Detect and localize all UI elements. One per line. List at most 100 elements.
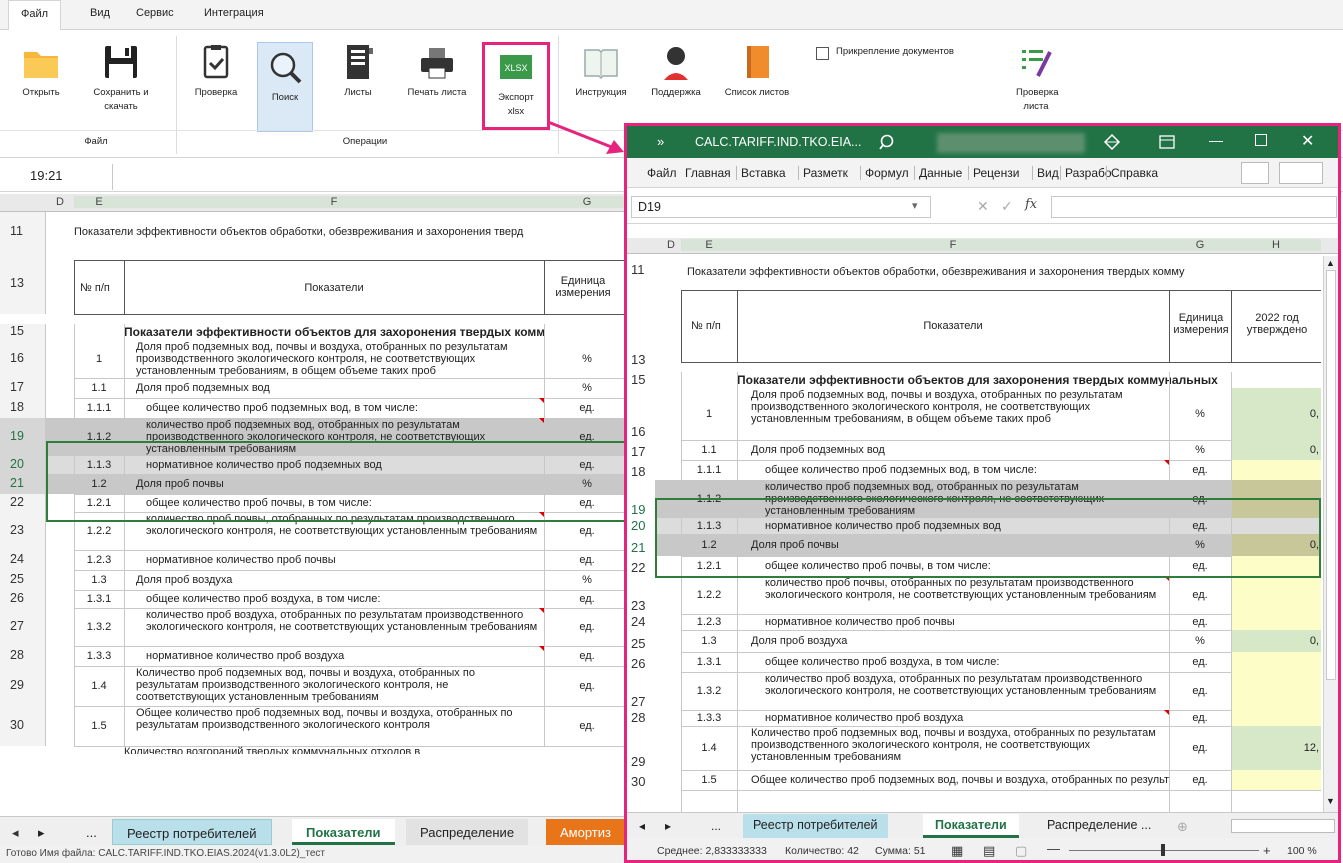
xl-menu-item[interactable]: Главная [685, 166, 731, 180]
horizontal-scrollbar[interactable] [1231, 819, 1335, 833]
row-unit[interactable]: ед. [544, 720, 630, 732]
row-unit[interactable]: ед. [1169, 560, 1231, 572]
row-unit[interactable]: ед. [1169, 685, 1231, 697]
xl-menu-item[interactable]: Данные [919, 166, 962, 180]
minimize-icon[interactable]: — [1209, 132, 1223, 148]
row-unit[interactable]: % [544, 353, 630, 365]
tab-distribution[interactable]: Распределение [406, 819, 529, 845]
row-indicator[interactable]: общее количество проб подземных вод, в т… [146, 402, 544, 414]
row-index[interactable]: 1 [74, 353, 124, 365]
row-unit[interactable]: ед. [1169, 774, 1231, 786]
row-index[interactable]: 1.2.3 [74, 554, 124, 566]
row-index[interactable]: 1.3 [681, 635, 737, 647]
row-unit[interactable]: ед. [544, 431, 630, 443]
xl-menu-item[interactable]: Разрабо [1065, 166, 1112, 180]
name-box[interactable]: D19 ▾ [631, 196, 931, 218]
row-unit[interactable]: % [1169, 635, 1231, 647]
row-indicator[interactable]: нормативное количество проб подземных во… [146, 459, 544, 471]
row-index[interactable]: 1.3.3 [681, 712, 737, 724]
row-index[interactable]: 1.1 [74, 382, 124, 394]
vertical-scrollbar[interactable]: ▲ ▼ [1323, 256, 1338, 812]
row-unit[interactable]: ед. [544, 525, 630, 537]
row-index[interactable]: 1.3.1 [74, 593, 124, 605]
export-xlsx-button[interactable]: XLSX Экспорт xlsx [482, 42, 550, 130]
check-button[interactable]: Проверка [188, 38, 244, 100]
row-indicator[interactable]: Доля проб подземных вод, почвы и воздуха… [136, 341, 540, 377]
xl-col-e[interactable]: E [681, 239, 737, 251]
xl-col-h[interactable]: H [1231, 239, 1321, 251]
attach-docs-checkbox[interactable] [816, 47, 829, 60]
row-index[interactable]: 1.1.2 [74, 431, 124, 443]
name-box-dropdown-icon[interactable]: ▾ [912, 199, 918, 212]
page-break-icon[interactable]: ▢ [1015, 843, 1027, 859]
tab-amortization[interactable]: Амортиз [546, 819, 630, 845]
zoom-slider-thumb[interactable] [1161, 844, 1165, 856]
row-unit[interactable]: ед. [1169, 589, 1231, 601]
maximize-icon[interactable] [1255, 134, 1267, 146]
row-index[interactable]: 1.2.2 [681, 589, 737, 601]
sheet-check-button[interactable]: Проверка листа [1008, 38, 1064, 114]
xl-col-d[interactable]: D [661, 239, 681, 251]
value-cell[interactable] [1232, 556, 1321, 576]
xl-col-f[interactable]: F [737, 239, 1169, 251]
col-header-d[interactable]: D [46, 196, 74, 208]
row-indicator[interactable]: Доля проб воздуха [751, 635, 1169, 647]
row-index[interactable]: 1.2.1 [74, 497, 124, 509]
value-cell[interactable] [1232, 652, 1321, 672]
row-indicator[interactable]: общее количество проб воздуха, в том чис… [146, 593, 544, 605]
quick-access-chevron[interactable]: » [657, 134, 664, 149]
row-indicator[interactable]: нормативное количество проб почвы [146, 554, 544, 566]
scroll-thumb[interactable] [1326, 270, 1336, 680]
row-indicator[interactable]: общее количество проб подземных вод, в т… [765, 464, 1169, 476]
row-index[interactable]: 1.3.2 [74, 621, 124, 633]
row-unit[interactable]: ед. [1169, 464, 1231, 476]
row-indicator[interactable]: нормативное количество проб подземных во… [765, 520, 1169, 532]
cell-reference[interactable]: 19:21 [30, 168, 63, 183]
row-index[interactable]: 1.1.3 [681, 520, 737, 532]
tab-next-arrow[interactable]: ▸ [30, 819, 53, 845]
row-unit[interactable]: ед. [1169, 493, 1231, 505]
row-index[interactable]: 1.5 [74, 720, 124, 732]
tab-prev-arrow[interactable]: ◂ [4, 819, 27, 845]
row-unit[interactable]: ед. [544, 680, 630, 692]
sheet-list-button[interactable]: Список листов [716, 38, 798, 100]
comment-icon[interactable] [1241, 162, 1269, 184]
value-text[interactable]: 0, [1232, 539, 1319, 551]
row-unit[interactable]: ед. [544, 459, 630, 471]
value-cell[interactable] [1232, 518, 1321, 534]
row-indicator[interactable]: количество проб воздуха, отобранных по р… [765, 673, 1169, 709]
row-index[interactable]: 1.1.2 [681, 493, 737, 505]
open-button[interactable]: Открыть [12, 38, 70, 100]
row-indicator[interactable]: количество проб подземных вод, отобранны… [146, 419, 544, 455]
xl-tab-distribution[interactable]: Распределение ... [1037, 814, 1161, 838]
search-button[interactable]: Поиск [257, 42, 313, 132]
row-unit[interactable]: % [544, 382, 630, 394]
insert-function-icon[interactable]: fx [1025, 197, 1037, 212]
row-unit[interactable]: % [1169, 444, 1231, 456]
xl-menu-item[interactable]: Справка [1111, 166, 1158, 180]
xl-col-g[interactable]: G [1169, 239, 1231, 251]
page-layout-icon[interactable]: ▤ [983, 843, 995, 859]
row-index[interactable]: 1.1 [681, 444, 737, 456]
row-indicator[interactable]: нормативное количество проб почвы [765, 616, 1169, 628]
row-unit[interactable]: ед. [544, 554, 630, 566]
value-cell[interactable] [1232, 614, 1321, 630]
col-header-e[interactable]: E [74, 196, 124, 208]
tab-indicators[interactable]: Показатели [292, 819, 395, 845]
value-cell[interactable] [1232, 460, 1321, 480]
xl-menu-item[interactable]: Формул [865, 166, 909, 180]
xl-menu-item[interactable]: Файл [647, 166, 677, 180]
confirm-entry-icon[interactable]: ✓ [1001, 198, 1013, 215]
share-icon[interactable] [1279, 162, 1323, 184]
row-unit[interactable]: ед. [1169, 712, 1231, 724]
row-indicator[interactable]: Количество проб подземных вод, почвы и в… [136, 667, 540, 705]
value-text[interactable]: 0, [1232, 408, 1319, 420]
col-header-f[interactable]: F [124, 196, 544, 208]
row-unit[interactable]: ед. [1169, 520, 1231, 532]
row-index[interactable]: 1 [681, 408, 737, 420]
value-cell[interactable] [1232, 480, 1321, 518]
row-index[interactable]: 1.1.1 [681, 464, 737, 476]
row-indicator[interactable]: количество проб подземных вод, отобранны… [765, 481, 1169, 517]
xl-menu-item[interactable]: Вид [1037, 166, 1059, 180]
row-index[interactable]: 1.2.2 [74, 525, 124, 537]
